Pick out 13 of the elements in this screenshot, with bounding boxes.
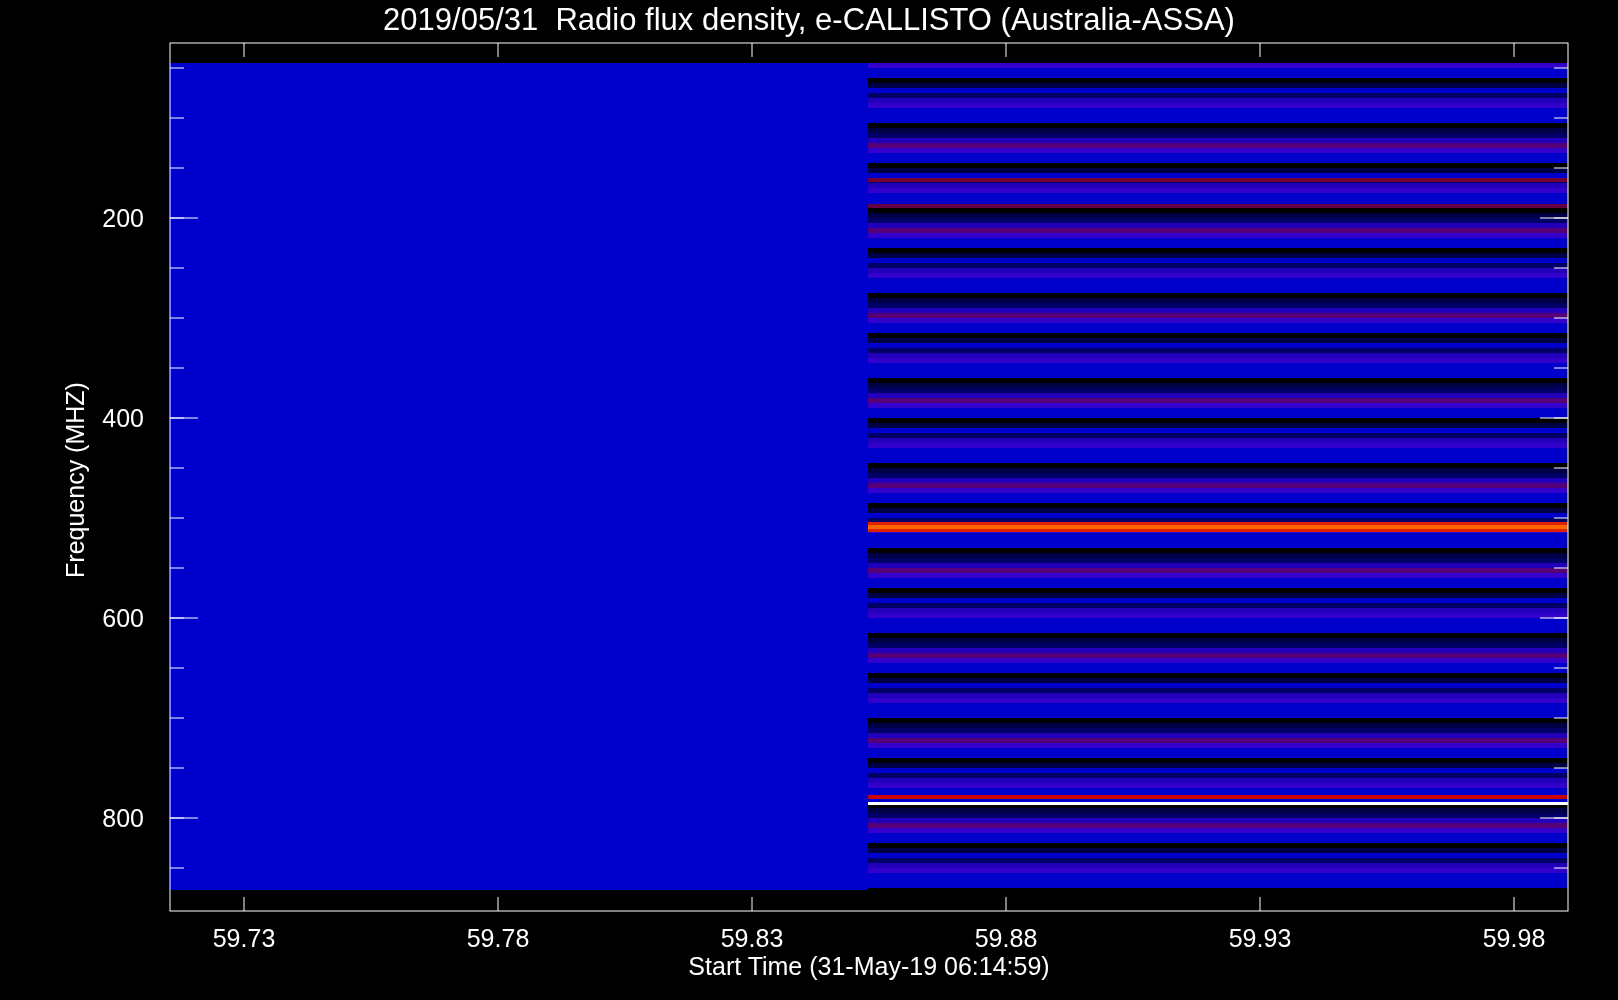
y-tick-label: 400 xyxy=(102,404,144,432)
y-tick-label: 600 xyxy=(102,604,144,632)
y-axis-label: Frequency (MHZ) xyxy=(61,382,89,578)
x-tick-label: 59.88 xyxy=(974,924,1038,952)
x-tick-label: 59.93 xyxy=(1228,924,1292,952)
y-tick-label: 800 xyxy=(102,804,144,832)
x-tick-label: 59.78 xyxy=(466,924,530,952)
y-tick-label: 200 xyxy=(102,204,144,232)
chart-title: 2019/05/31 Radio flux density, e-CALLISTO (Australia-ASSA) xyxy=(383,2,1235,37)
x-tick-label: 59.73 xyxy=(212,924,276,952)
x-axis-label: Start Time (31-May-19 06:14:59) xyxy=(688,952,1050,980)
x-tick-label: 59.83 xyxy=(720,924,784,952)
x-tick-label: 59.98 xyxy=(1482,924,1546,952)
